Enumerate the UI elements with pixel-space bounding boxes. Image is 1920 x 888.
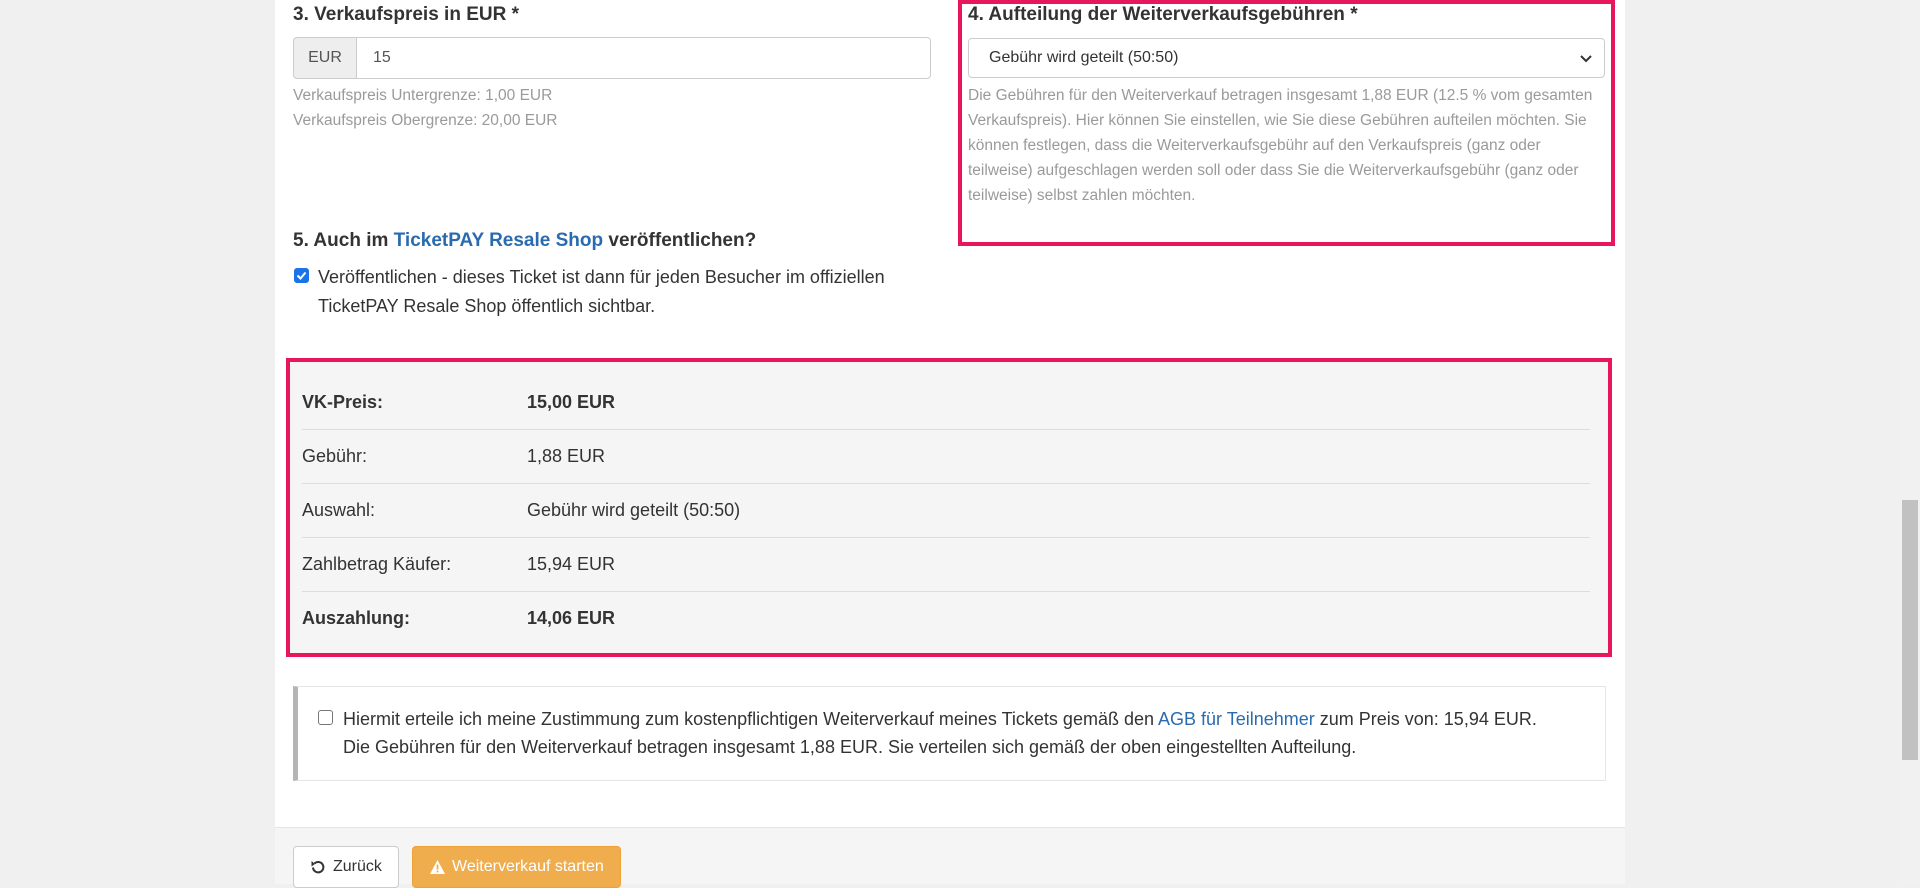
chevron-down-icon: [1580, 55, 1592, 63]
checkmark-icon: [296, 271, 307, 280]
fee-split-selected-value: Gebühr wird geteilt (50:50): [989, 49, 1179, 66]
price-min-hint: Verkaufspreis Untergrenze: 1,00 EUR: [293, 87, 553, 104]
publish-heading-prefix: 5. Auch im: [293, 230, 394, 251]
page-scrollbar[interactable]: [1900, 0, 1920, 884]
start-resale-button-label: Weiterverkauf starten: [452, 858, 604, 875]
scrollbar-thumb[interactable]: [1902, 500, 1918, 760]
price-heading: 3. Verkaufspreis in EUR *: [293, 4, 519, 25]
consent-line-2: Die Gebühren für den Weiterverkauf betra…: [343, 737, 1357, 757]
consent-line-1: Hiermit erteile ich meine Zustimmung zum…: [343, 705, 1537, 733]
consent-text-prefix: Hiermit erteile ich meine Zustimmung zum…: [343, 709, 1158, 729]
back-button-label: Zurück: [333, 858, 382, 875]
price-input-group: EUR: [293, 37, 931, 79]
start-resale-button[interactable]: Weiterverkauf starten: [412, 846, 621, 888]
resale-shop-link[interactable]: TicketPAY Resale Shop: [394, 230, 603, 251]
currency-addon: EUR: [293, 37, 356, 79]
publish-heading-suffix: veröffentlichen?: [603, 230, 757, 251]
publish-heading: 5. Auch im TicketPAY Resale Shop veröffe…: [293, 230, 756, 252]
consent-text-suffix: zum Preis von: 15,94 EUR.: [1314, 709, 1537, 729]
price-input[interactable]: [356, 37, 931, 79]
fee-help-line: können festlegen, dass die Weiterverkauf…: [968, 137, 1541, 154]
fee-help-line: Die Gebühren für den Weiterverkauf betra…: [968, 87, 1593, 104]
fee-help-line: teilweise) aufgeschlagen werden soll ode…: [968, 162, 1579, 179]
fee-heading: 4. Aufteilung der Weiterverkaufsgebühren…: [968, 4, 1358, 25]
consent-text: Hiermit erteile ich meine Zustimmung zum…: [343, 705, 1537, 761]
summary-highlight: [286, 358, 1612, 657]
undo-icon: [311, 860, 325, 874]
publish-label-line: TicketPAY Resale Shop öffentlich sichtba…: [318, 296, 656, 316]
publish-checkbox-label: Veröffentlichen - dieses Ticket ist dann…: [318, 263, 885, 321]
fee-help-line: teilweise) selbst zahlen möchten.: [968, 187, 1196, 204]
fee-help-line: Verkaufspreis). Hier können Sie einstell…: [968, 112, 1587, 129]
publish-checkbox[interactable]: [294, 268, 309, 283]
warning-icon: [430, 860, 445, 874]
publish-label-line: Veröffentlichen - dieses Ticket ist dann…: [318, 267, 885, 287]
price-max-hint: Verkaufspreis Obergrenze: 20,00 EUR: [293, 112, 558, 129]
fee-split-select[interactable]: Gebühr wird geteilt (50:50): [968, 38, 1605, 78]
fee-help-text: Die Gebühren für den Weiterverkauf betra…: [968, 83, 1608, 208]
agb-link[interactable]: AGB für Teilnehmer: [1158, 709, 1315, 729]
consent-checkbox[interactable]: [318, 710, 333, 725]
back-button[interactable]: Zurück: [293, 846, 399, 888]
